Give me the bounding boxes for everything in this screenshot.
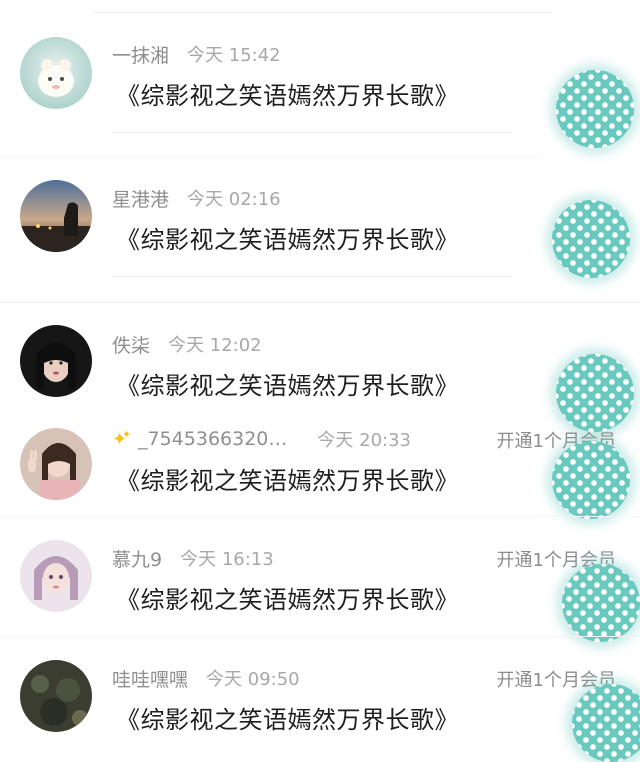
avatar[interactable]: [20, 540, 92, 612]
username[interactable]: _7545366320…: [138, 428, 287, 450]
timestamp: 今天 15:42: [187, 45, 281, 66]
girl-peace-avatar-icon: [20, 428, 92, 500]
comment-meta: 星港港 今天 02:16: [112, 184, 281, 212]
comment-text[interactable]: 《综影视之笑语嫣然万界长歌》: [116, 700, 459, 735]
polka-dot-thumbnail-icon[interactable]: [552, 200, 630, 278]
section-divider: [0, 156, 540, 157]
username[interactable]: 星港港: [112, 185, 169, 212]
comment-text[interactable]: 《综影视之笑语嫣然万界长歌》: [116, 220, 459, 255]
section-divider: [0, 302, 640, 303]
comment-meta: 佚柒 今天 12:02: [112, 330, 262, 358]
avatar[interactable]: [20, 37, 92, 109]
polka-dot-thumbnail-icon[interactable]: [562, 564, 640, 642]
comment-meta: 慕九9 今天 16:13: [112, 544, 274, 572]
comment-text[interactable]: 《综影视之笑语嫣然万界长歌》: [116, 76, 459, 111]
girl-avatar-icon: [20, 325, 92, 397]
divider: [112, 132, 512, 133]
polka-dot-thumbnail-icon[interactable]: [552, 441, 630, 519]
username[interactable]: 哇哇嘿嘿: [112, 665, 188, 692]
comment-text[interactable]: 《综影视之笑语嫣然万界长歌》: [116, 580, 459, 615]
divider: [112, 276, 512, 277]
comment-item[interactable]: ✦ ✦ _7545366320… 今天 20:33 开通1个月会员 《综影视之笑语…: [0, 425, 640, 519]
doll-avatar-icon: [20, 540, 92, 612]
comment-feed: 一抹湘 今天 15:42 《综影视之笑语嫣然万界长歌》 星港港 今天 02:16…: [0, 0, 640, 762]
timestamp: 今天 16:13: [180, 549, 274, 570]
comment-item[interactable]: 佚柒 今天 12:02 《综影视之笑语嫣然万界长歌》: [0, 325, 640, 432]
avatar[interactable]: [20, 180, 92, 252]
timestamp: 今天 20:33: [317, 430, 411, 451]
landscape-avatar-icon: [20, 660, 92, 732]
comment-item[interactable]: 哇哇嘿嘿 今天 09:50 开通1个月会员 《综影视之笑语嫣然万界长歌》: [0, 660, 640, 762]
section-divider: [0, 516, 640, 517]
timestamp: 今天 09:50: [206, 669, 300, 690]
avatar[interactable]: [20, 660, 92, 732]
comment-text[interactable]: 《综影视之笑语嫣然万界长歌》: [116, 366, 459, 401]
sunset-avatar-icon: [20, 180, 92, 252]
polka-dot-thumbnail-icon[interactable]: [556, 70, 634, 148]
username[interactable]: 一抹湘: [112, 41, 169, 68]
polka-dot-thumbnail-icon[interactable]: [556, 354, 634, 432]
avatar[interactable]: [20, 325, 92, 397]
username[interactable]: 佚柒: [112, 331, 150, 358]
comment-item[interactable]: 慕九9 今天 16:13 开通1个月会员 《综影视之笑语嫣然万界长歌》: [0, 540, 640, 642]
username[interactable]: 慕九9: [112, 545, 162, 572]
comment-meta: 一抹湘 今天 15:42: [112, 40, 281, 68]
sparkle-emoji-icon: ✦ ✦: [112, 428, 132, 450]
comment-text[interactable]: 《综影视之笑语嫣然万界长歌》: [116, 461, 459, 496]
avatar[interactable]: [20, 428, 92, 500]
comment-item[interactable]: 星港港 今天 02:16 《综影视之笑语嫣然万界长歌》: [0, 180, 640, 284]
comment-meta: 哇哇嘿嘿 今天 09:50: [112, 664, 300, 692]
timestamp: 今天 02:16: [187, 189, 281, 210]
comment-item[interactable]: 一抹湘 今天 15:42 《综影视之笑语嫣然万界长歌》: [0, 37, 640, 155]
hamster-avatar-icon: [20, 37, 92, 109]
comment-meta: ✦ ✦ _7545366320… 今天 20:33: [112, 425, 411, 453]
section-divider: [0, 636, 640, 637]
timestamp: 今天 12:02: [168, 335, 262, 356]
polka-dot-thumbnail-icon[interactable]: [572, 684, 640, 762]
